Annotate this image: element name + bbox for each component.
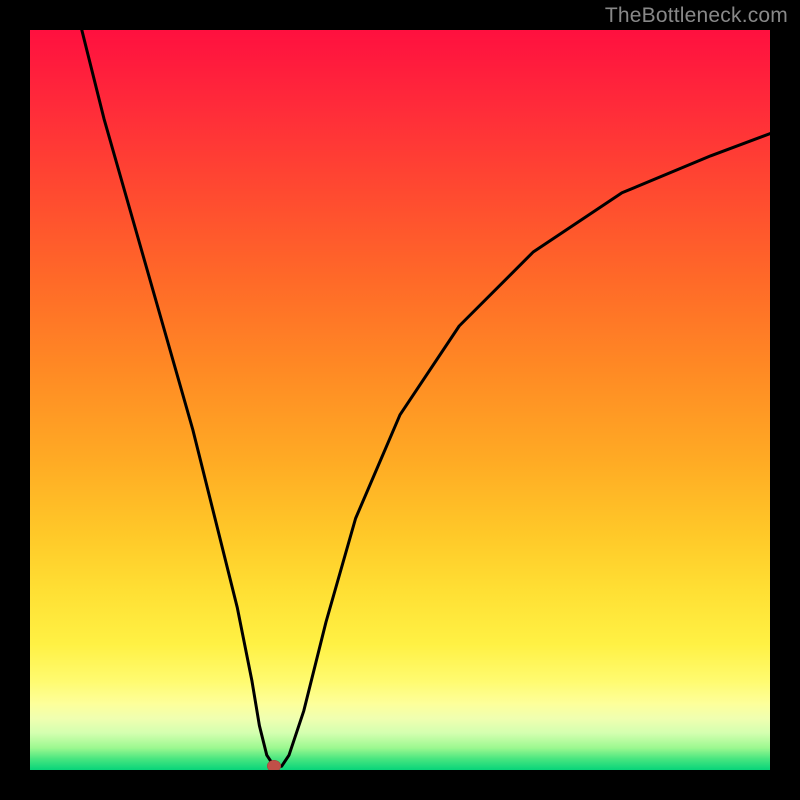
- curve-svg: [30, 30, 770, 770]
- watermark-text: TheBottleneck.com: [605, 4, 788, 28]
- plot-area: [30, 30, 770, 770]
- optimum-marker: [267, 760, 281, 770]
- bottleneck-curve: [82, 30, 770, 766]
- chart-frame: TheBottleneck.com: [0, 0, 800, 800]
